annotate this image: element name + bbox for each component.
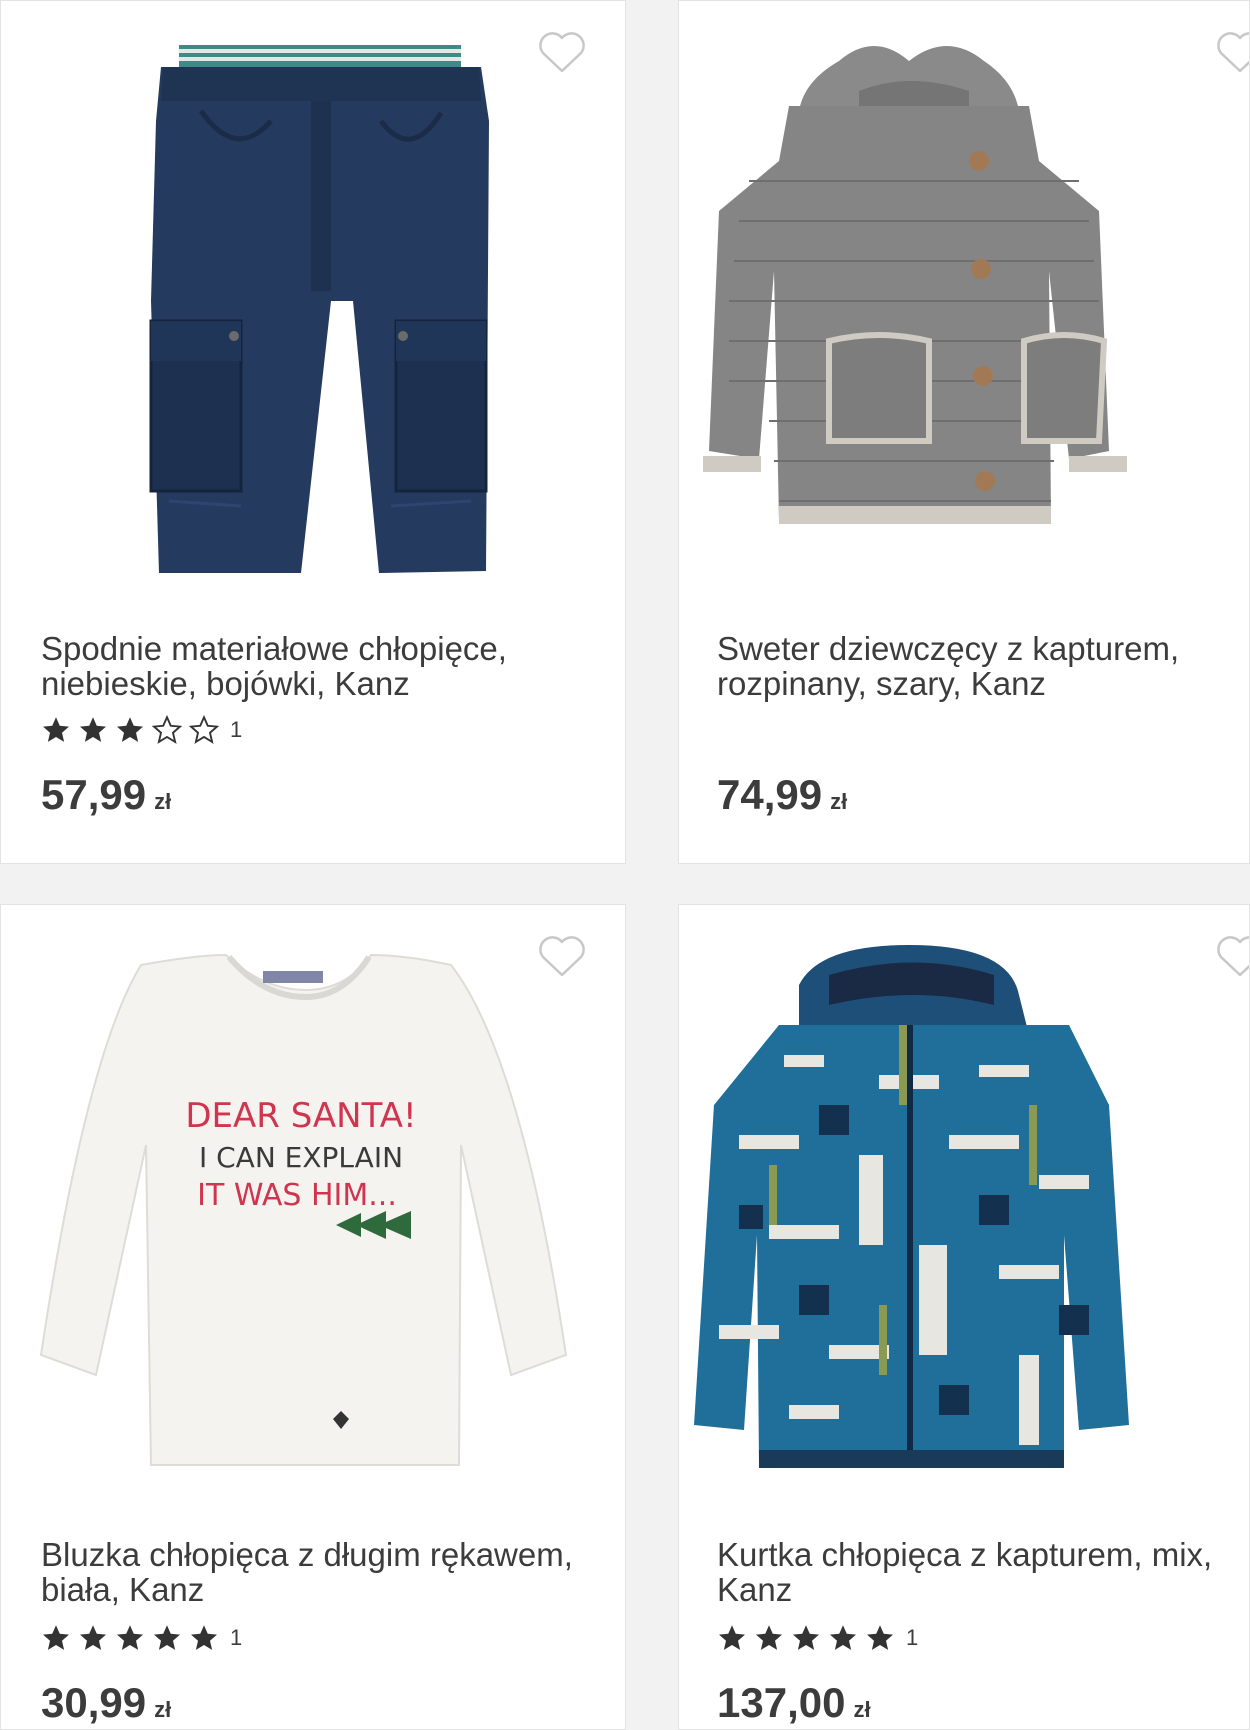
- grey-knit-hoodie-image: [703, 46, 1127, 524]
- product-title[interactable]: Spodnie materiałowe chłopięce, niebieski…: [41, 631, 581, 701]
- blue-patterned-jacket-image: [694, 945, 1129, 1468]
- product-card[interactable]: Kurtka chłopięca z kapturem, mix, Kanz 1…: [678, 904, 1250, 1730]
- price-currency: zł: [154, 1697, 172, 1722]
- product-image[interactable]: DEAR SANTA! I CAN EXPLAIN IT WAS HIM...: [1, 905, 625, 1505]
- star-filled-icon: [830, 1625, 856, 1650]
- product-rating: 1: [41, 713, 242, 747]
- shirt-print-line-1: DEAR SANTA!: [185, 1096, 416, 1136]
- product-price: 137,00 zł: [717, 1679, 871, 1727]
- wishlist-heart-icon[interactable]: [1215, 933, 1249, 979]
- star-filled-icon: [43, 717, 69, 742]
- star-empty-icon: [152, 715, 182, 744]
- white-longsleeve-shirt-image: DEAR SANTA! I CAN EXPLAIN IT WAS HIM...: [39, 953, 568, 1466]
- star-filled-icon: [756, 1625, 782, 1650]
- wishlist-heart-icon[interactable]: [1215, 29, 1249, 75]
- cargo-pants-image: [149, 45, 489, 573]
- product-card[interactable]: DEAR SANTA! I CAN EXPLAIN IT WAS HIM... …: [0, 904, 626, 1730]
- price-value: 57,99: [41, 771, 147, 818]
- star-filled-icon: [80, 717, 106, 742]
- price-currency: zł: [154, 789, 172, 814]
- product-rating: 1: [717, 1621, 918, 1655]
- product-title[interactable]: Sweter dziewczęcy z kapturem, rozpinany,…: [717, 631, 1249, 701]
- star-empty-icon: [189, 715, 219, 744]
- star-filled-icon: [117, 717, 143, 742]
- product-card[interactable]: Sweter dziewczęcy z kapturem, rozpinany,…: [678, 0, 1250, 864]
- rating-count: 1: [230, 1625, 243, 1650]
- price-value: 30,99: [41, 1679, 147, 1726]
- star-filled-icon: [154, 1625, 180, 1650]
- product-rating: 1: [41, 1621, 242, 1655]
- product-title[interactable]: Kurtka chłopięca z kapturem, mix, Kanz: [717, 1537, 1249, 1607]
- product-image[interactable]: [679, 1, 1249, 601]
- star-filled-icon: [191, 1625, 217, 1650]
- wishlist-heart-icon[interactable]: [537, 29, 587, 75]
- star-filled-icon: [117, 1625, 143, 1650]
- shirt-print-line-2: I CAN EXPLAIN: [199, 1141, 403, 1174]
- product-image[interactable]: [679, 905, 1249, 1505]
- rating-count: 1: [906, 1625, 919, 1650]
- price-value: 137,00: [717, 1679, 846, 1726]
- star-filled-icon: [43, 1625, 69, 1650]
- rating-count: 1: [230, 717, 243, 742]
- price-currency: zł: [830, 789, 848, 814]
- product-image[interactable]: [1, 1, 625, 601]
- shirt-print-line-3: IT WAS HIM...: [197, 1178, 397, 1213]
- product-card[interactable]: Spodnie materiałowe chłopięce, niebieski…: [0, 0, 626, 864]
- product-price: 57,99 zł: [41, 771, 171, 819]
- star-filled-icon: [867, 1625, 893, 1650]
- product-title[interactable]: Bluzka chłopięca z długim rękawem, biała…: [41, 1537, 581, 1607]
- star-filled-icon: [80, 1625, 106, 1650]
- product-price: 74,99 zł: [717, 771, 847, 819]
- product-price: 30,99 zł: [41, 1679, 171, 1727]
- star-filled-icon: [793, 1625, 819, 1650]
- star-filled-icon: [719, 1625, 745, 1650]
- price-currency: zł: [853, 1697, 871, 1722]
- wishlist-heart-icon[interactable]: [537, 933, 587, 979]
- price-value: 74,99: [717, 771, 823, 818]
